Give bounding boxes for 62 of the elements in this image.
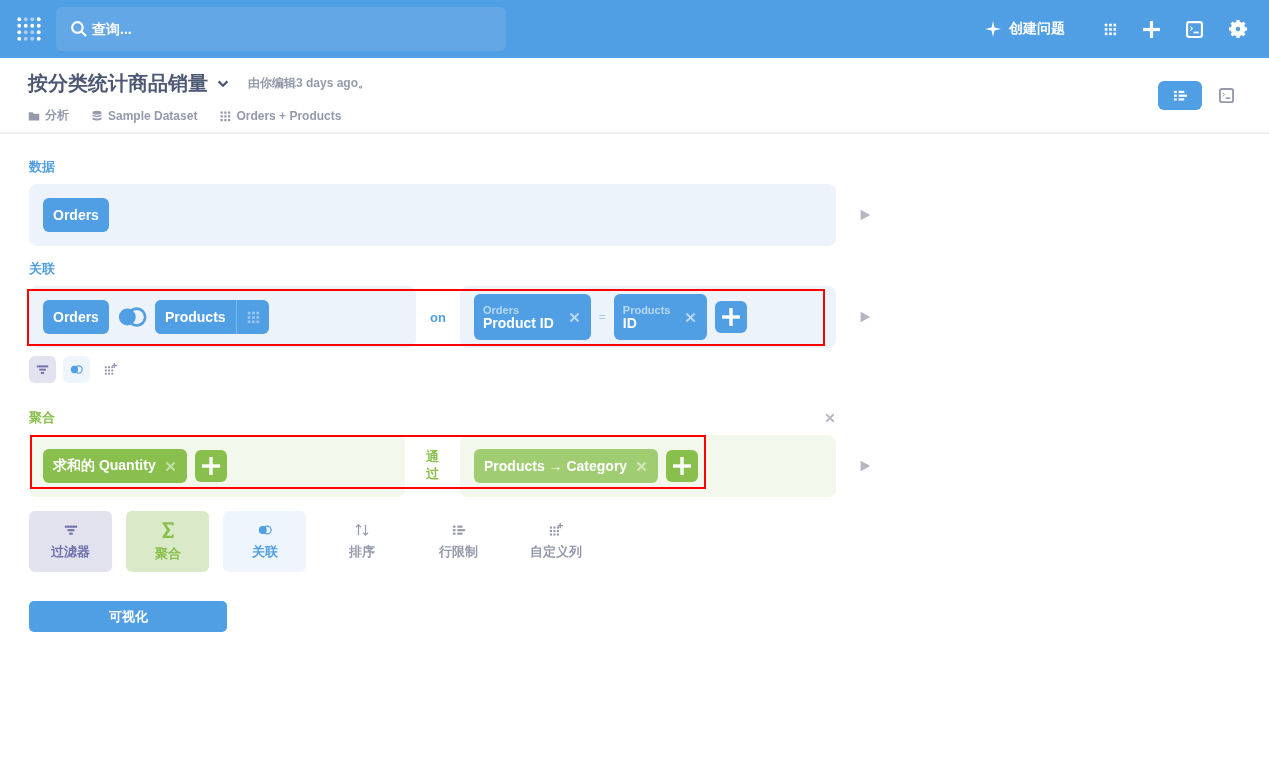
- by-label: 通过: [426, 449, 439, 483]
- close-icon: [824, 412, 836, 424]
- close-icon: [163, 459, 177, 473]
- logo-icon: [16, 16, 42, 42]
- join-icon-button[interactable]: [63, 356, 90, 383]
- table-pill[interactable]: Orders: [43, 300, 109, 334]
- folder-icon: [28, 109, 40, 122]
- plus-icon: [1143, 20, 1160, 38]
- search-field[interactable]: 查询...: [56, 7, 506, 51]
- metric-pill[interactable]: 求和的 Quantity: [43, 449, 187, 483]
- grid-icon: [245, 310, 260, 324]
- add-button[interactable]: [715, 301, 748, 333]
- close-icon: [567, 310, 581, 324]
- settings-icon: [1229, 20, 1247, 38]
- table-pill[interactable]: Orders: [43, 198, 109, 232]
- summarize-button[interactable]: 聚合: [126, 511, 209, 572]
- sort-arrows-icon: [354, 522, 369, 537]
- add-column-icon: [548, 522, 563, 537]
- list-icon: [1172, 88, 1188, 103]
- step-label: 聚合: [29, 409, 55, 427]
- field-pill[interactable]: Products ID: [613, 294, 708, 340]
- join-button[interactable]: 关联: [223, 511, 306, 572]
- filter-icon: [36, 363, 49, 376]
- search-icon: [70, 20, 87, 37]
- editor-view-button[interactable]: [1158, 81, 1202, 110]
- field-pill[interactable]: Orders Product ID: [474, 294, 591, 340]
- filter-icon-button[interactable]: [29, 356, 56, 383]
- row-limit-button[interactable]: 行限制: [417, 511, 500, 572]
- plus-icon: [722, 308, 741, 326]
- visualize-button[interactable]: 可视化: [29, 601, 227, 632]
- play-icon: [858, 459, 872, 473]
- venn-icon: [70, 363, 83, 376]
- custom-column-button[interactable]: 自定义列: [514, 511, 597, 572]
- grid-icon: [219, 109, 232, 122]
- equals-sign: =: [598, 310, 606, 324]
- sort-button[interactable]: 排序: [320, 511, 403, 572]
- play-icon: [858, 310, 872, 324]
- play-icon: [858, 208, 872, 222]
- sparkle-icon: [985, 21, 1001, 37]
- step-label: 数据: [29, 158, 55, 176]
- breadcrumb-link[interactable]: Sample Dataset: [91, 107, 198, 124]
- grid-icon: [1103, 22, 1117, 36]
- close-icon: [684, 310, 698, 324]
- new-question-button[interactable]: 创建问题: [985, 20, 1065, 38]
- add-button[interactable]: [666, 450, 699, 482]
- question-title: 按分类统计商品销量: [28, 71, 208, 96]
- breakout-pill[interactable]: Products → Category: [474, 449, 659, 483]
- add-button[interactable]: [194, 450, 227, 482]
- add-column-icon: [104, 363, 117, 376]
- terminal-icon: [1219, 88, 1234, 103]
- terminal-icon: [1186, 20, 1203, 38]
- database-icon: [91, 109, 103, 122]
- plus-icon: [673, 457, 692, 475]
- on-label: on: [429, 308, 447, 327]
- filter-button[interactable]: 过滤器: [29, 511, 112, 572]
- close-icon: [635, 459, 649, 473]
- breadcrumb-link[interactable]: Orders + Products: [219, 107, 342, 124]
- venn-icon: [257, 522, 272, 537]
- breadcrumb-link[interactable]: 分析: [28, 107, 69, 124]
- step-label: 关联: [29, 260, 55, 278]
- edited-note: 由你编辑3 days ago。: [248, 75, 371, 92]
- plus-icon: [201, 457, 220, 475]
